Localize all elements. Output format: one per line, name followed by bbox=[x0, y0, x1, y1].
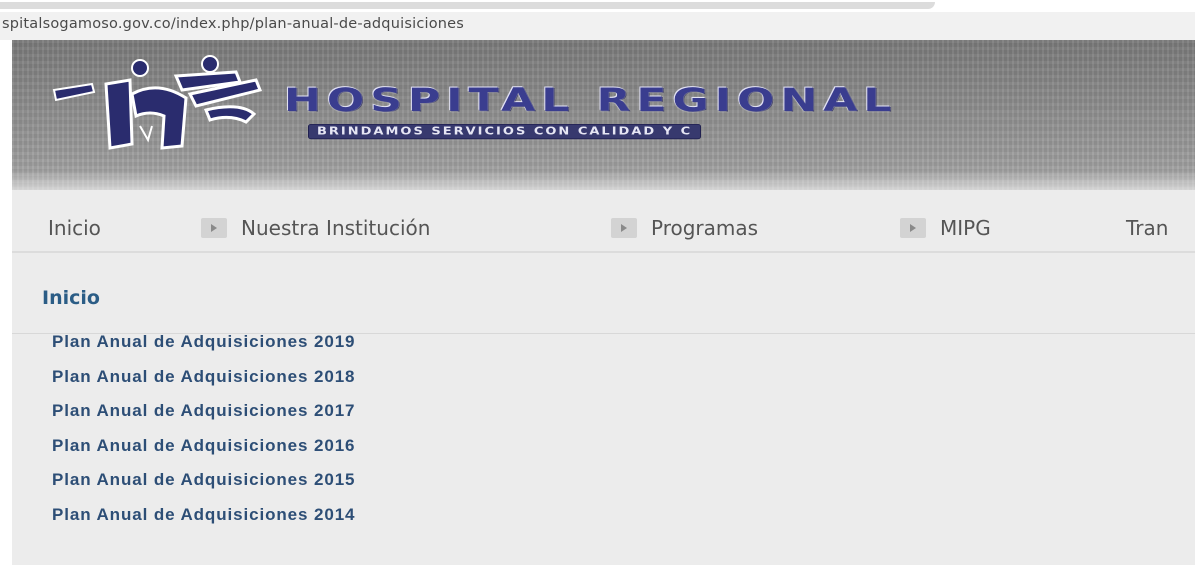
browser-top-strip bbox=[0, 0, 1195, 10]
main-nav: Inicio Nuestra Institución Programas MIP… bbox=[12, 205, 1195, 253]
nav-item-mipg[interactable]: MIPG bbox=[900, 215, 991, 241]
list-item[interactable]: Plan Anual de Adquisiciones 2015 bbox=[52, 463, 355, 498]
nav-item-label: Tran bbox=[1126, 216, 1169, 240]
list-item[interactable]: Plan Anual de Adquisiciones 2017 bbox=[52, 394, 355, 429]
site-header: HOSPITAL REGIONAL BRINDAMOS SERVICIOS CO… bbox=[12, 40, 1195, 190]
page-title-bar: Inicio bbox=[12, 253, 1195, 334]
site-title: HOSPITAL REGIONAL bbox=[284, 82, 898, 119]
nav-item-label: Programas bbox=[651, 216, 759, 240]
site-slogan: BRINDAMOS SERVICIOS CON CALIDAD Y C bbox=[308, 124, 702, 140]
browser-tab-bar bbox=[0, 2, 935, 9]
page-title: Inicio bbox=[42, 287, 100, 309]
list-item[interactable]: Plan Anual de Adquisiciones 2019 bbox=[52, 325, 355, 360]
nav-item-label: MIPG bbox=[940, 216, 991, 240]
address-bar-url[interactable]: spitalsogamoso.gov.co/index.php/plan-anu… bbox=[2, 16, 464, 32]
nav-item-label: Nuestra Institución bbox=[241, 216, 431, 240]
nav-item-transparencia[interactable]: Tran bbox=[1126, 215, 1168, 241]
play-arrow-icon bbox=[611, 218, 637, 238]
list-item[interactable]: Plan Anual de Adquisiciones 2018 bbox=[52, 360, 355, 395]
play-arrow-icon bbox=[900, 218, 926, 238]
play-arrow-icon bbox=[201, 218, 227, 238]
nav-item-inicio[interactable]: Inicio bbox=[48, 215, 101, 241]
document-link-list: Plan Anual de Adquisiciones 2019 Plan An… bbox=[52, 325, 355, 532]
nav-item-programas[interactable]: Programas bbox=[611, 215, 758, 241]
list-item[interactable]: Plan Anual de Adquisiciones 2014 bbox=[52, 498, 355, 533]
hospital-logo-icon[interactable] bbox=[40, 54, 280, 154]
nav-item-label: Inicio bbox=[48, 216, 101, 240]
list-item[interactable]: Plan Anual de Adquisiciones 2016 bbox=[52, 429, 355, 464]
header-fade bbox=[12, 170, 1195, 200]
nav-item-nuestra-institucion[interactable]: Nuestra Institución bbox=[201, 215, 430, 241]
